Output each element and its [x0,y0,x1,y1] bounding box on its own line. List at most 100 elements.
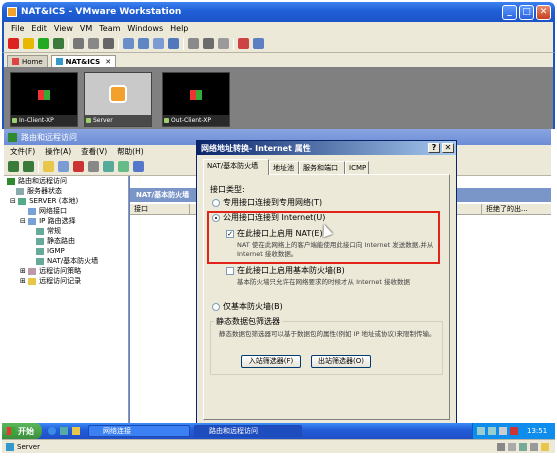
tree-item-server[interactable]: ⊟ SERVER (本地) [4,196,128,206]
inbound-filters-button[interactable]: 入站筛选器(F) [241,355,301,368]
tree-item-server-status[interactable]: 服务器状态 [4,186,128,196]
unity-icon[interactable] [253,38,264,49]
tab-icmp[interactable]: ICMP [345,161,369,174]
tree-item-remote-access-logging[interactable]: ⊞ 远程访问记录 [4,276,128,286]
snapshot-icon[interactable] [73,38,84,49]
dialog-help-button[interactable]: ? [428,143,440,153]
back-icon[interactable] [8,161,19,172]
pause-icon[interactable] [238,38,249,49]
tab-address-pool[interactable]: 地址池 [269,161,299,174]
volume-icon[interactable] [499,427,507,435]
start-button[interactable]: 开始 [2,423,42,439]
properties-icon[interactable] [88,161,99,172]
col-rejected[interactable]: 拒绝了的出... [481,204,551,214]
menu-edit[interactable]: Edit [31,24,47,33]
menu-help-cn[interactable]: 帮助(H) [117,146,144,157]
vm-status-icon [6,442,14,451]
quick-launch-explorer-icon[interactable] [72,427,80,435]
tree-item-remote-access-policies[interactable]: ⊞ 远程访问策略 [4,266,128,276]
team-icon[interactable] [188,38,199,49]
power-on-icon[interactable] [38,38,49,49]
expand-icon[interactable]: ⊞ [20,267,28,275]
export-icon[interactable] [118,161,129,172]
tree-item-root[interactable]: 路由和远程访问 [4,176,128,186]
close-button[interactable]: ✕ [536,4,551,20]
maximize-button[interactable]: □ [519,4,534,20]
menu-file-cn[interactable]: 文件(F) [10,146,35,157]
thumb-out-client-xp[interactable]: Out-Client-XP [162,72,230,127]
enable-firewall[interactable]: 在此接口上启用基本防火墙(B) [226,265,345,276]
task-rras[interactable]: 路由和远程访问 [194,425,302,437]
network-icon[interactable] [203,38,214,49]
network-tray-icon-2[interactable] [488,427,496,435]
show-tree-icon[interactable] [58,161,69,172]
revert-snapshot-icon[interactable] [88,38,99,49]
menu-file[interactable]: File [11,24,24,33]
tree-item-general[interactable]: 常规 [4,226,128,236]
device-cd-icon[interactable] [508,442,516,451]
device-usb-icon[interactable] [530,442,538,451]
power-off-icon[interactable] [8,38,19,49]
menu-help[interactable]: Help [170,24,188,33]
thumb-server[interactable]: Server [84,72,152,127]
radio-firewall-only[interactable] [212,302,220,311]
help-icon[interactable] [133,161,144,172]
menu-windows[interactable]: Windows [127,24,163,33]
nat-icon [36,257,44,265]
console-view-icon[interactable] [168,38,179,49]
status-text: Server [17,442,40,451]
thumb-label: Out-Client-XP [171,117,212,124]
collapse-icon[interactable]: ⊟ [20,217,28,225]
expand-icon[interactable]: ⊞ [20,277,28,285]
collapse-icon[interactable]: ⊟ [10,197,18,205]
menu-team[interactable]: Team [99,24,120,33]
option-firewall-only-label: 仅基本防火墙(B) [223,302,283,311]
outbound-filters-button[interactable]: 出站筛选器(O) [311,355,371,368]
checkbox-firewall[interactable] [226,266,234,275]
suspend-icon[interactable] [23,38,34,49]
minimize-button[interactable]: _ [502,4,517,20]
tree-item-static-routes[interactable]: 静态路由 [4,236,128,246]
dialog-close-button[interactable]: ✕ [442,143,454,153]
menu-view-cn[interactable]: 查看(V) [81,146,107,157]
thumb-in-client-xp[interactable]: In-Client-XP [10,72,78,127]
security-icon[interactable] [510,427,518,435]
settings-icon[interactable] [218,38,229,49]
tab-nat-firewall[interactable]: NAT/基本防火墙 [203,159,269,175]
quick-switch-icon[interactable] [138,38,149,49]
tree-item-ip-routing[interactable]: ⊟ IP 路由选择 [4,216,128,226]
snapshot-manager-icon[interactable] [103,38,114,49]
radio-private[interactable] [212,198,220,207]
menu-view[interactable]: View [54,24,73,33]
menu-action-cn[interactable]: 操作(A) [45,146,71,157]
vmware-menu-bar: File Edit View VM Team Windows Help [2,22,555,35]
forward-icon[interactable] [23,161,34,172]
message-icon[interactable] [541,442,549,451]
option-private[interactable]: 专用接口连接到专用网络(T) [212,197,322,208]
option-firewall-only[interactable]: 仅基本防火墙(B) [212,301,283,312]
summary-view-icon[interactable] [153,38,164,49]
device-network-icon[interactable] [519,442,527,451]
tab-services-ports[interactable]: 服务和端口 [299,161,345,174]
quick-launch-ie-icon[interactable] [48,427,56,435]
dialog-title: 网络地址转换- Internet 属性 [201,143,311,153]
network-tray-icon[interactable] [477,427,485,435]
tab-home-label: Home [22,57,43,66]
up-icon[interactable] [43,161,54,172]
delete-icon[interactable] [73,161,84,172]
tree-item-igmp[interactable]: IGMP [4,246,128,256]
reset-icon[interactable] [53,38,64,49]
tab-close-icon[interactable]: ✕ [105,58,111,66]
menu-vm[interactable]: VM [80,24,92,33]
properties-dialog: 网络地址转换- Internet 属性 ? ✕ NAT/基本防火墙 地址池 服务… [196,140,457,426]
quick-launch-desktop-icon[interactable] [60,427,68,435]
tree-item-network-interfaces[interactable]: 网络接口 [4,206,128,216]
task-network-connections[interactable]: 网络连接 [88,425,190,437]
tab-nat-ics[interactable]: NAT&ICS ✕ [50,55,117,67]
device-hdd-icon[interactable] [497,442,505,451]
full-screen-icon[interactable] [123,38,134,49]
tree-item-nat-firewall[interactable]: NAT/基本防火墙 [4,256,128,266]
refresh-icon[interactable] [103,161,114,172]
col-interface[interactable]: 接口 [130,204,190,214]
tab-home[interactable]: Home [7,55,48,67]
